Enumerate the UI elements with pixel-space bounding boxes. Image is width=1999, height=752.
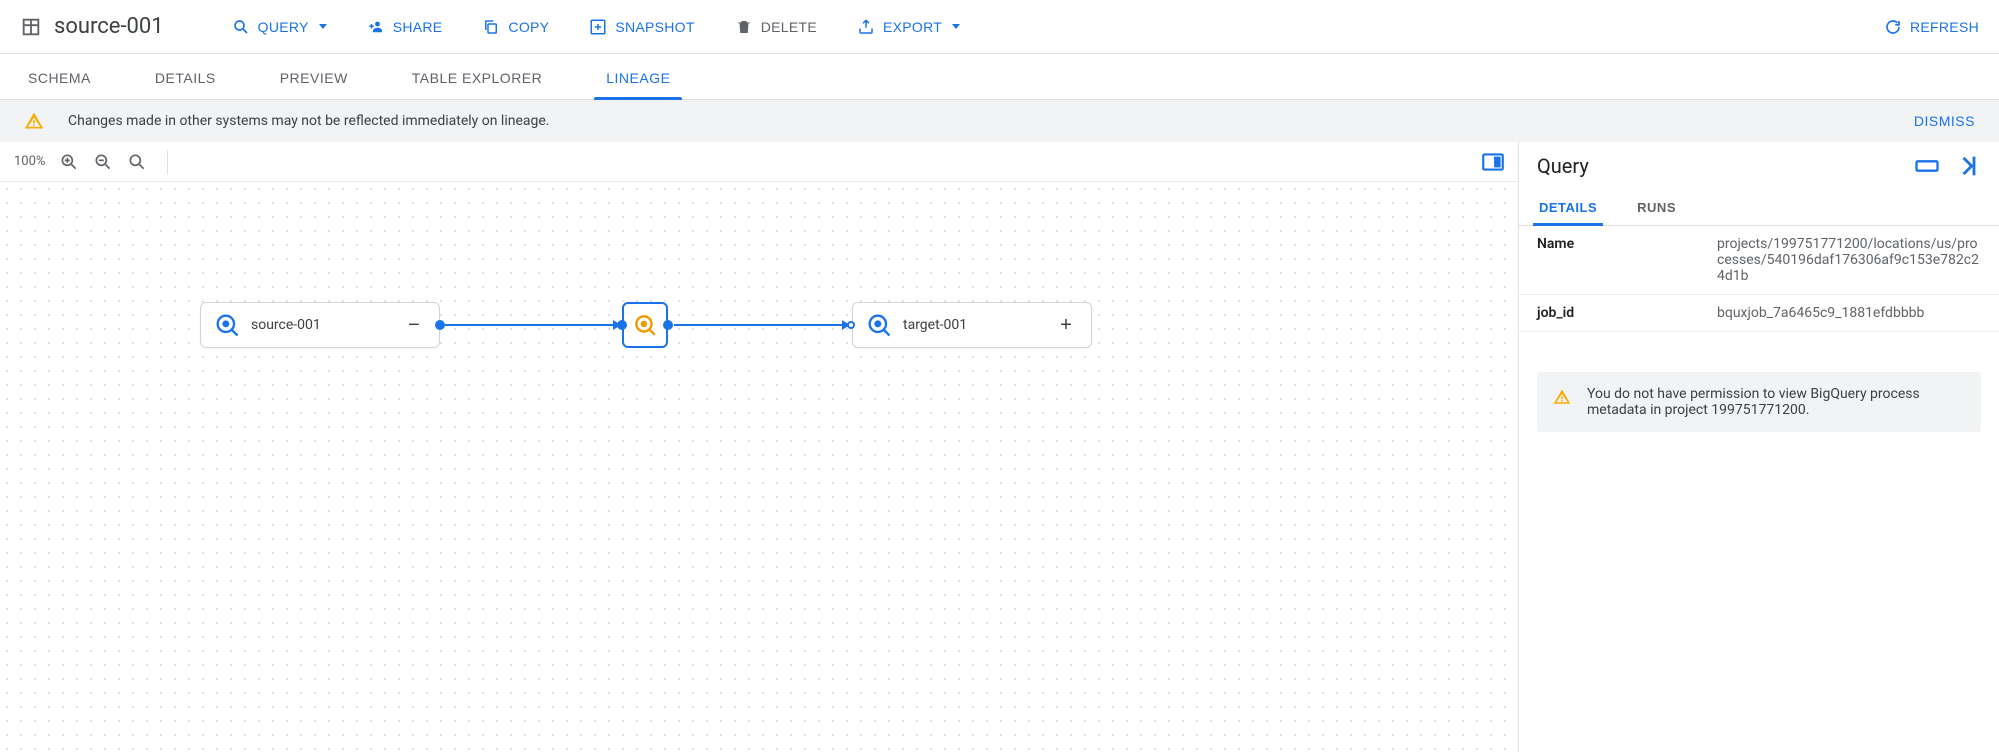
- zoom-reset-button[interactable]: [127, 152, 147, 172]
- details-value: bquxjob_7a6465c9_1881efdbbbb: [1699, 295, 1999, 332]
- side-panel-title: Query: [1537, 154, 1589, 178]
- table-icon: [20, 16, 42, 38]
- source-node-label: source-001: [251, 317, 321, 333]
- refresh-icon: [1884, 18, 1902, 36]
- refresh-label: REFRESH: [1910, 19, 1979, 35]
- copy-icon: [482, 18, 500, 36]
- permission-warning-text: You do not have permission to view BigQu…: [1587, 386, 1965, 418]
- delete-button[interactable]: DELETE: [735, 18, 817, 36]
- dismiss-button[interactable]: DISMISS: [1914, 113, 1975, 129]
- input-port[interactable]: [847, 321, 855, 329]
- lineage-edge: [674, 324, 844, 326]
- toolbar-actions: QUERY SHARE COPY SNAPSHOT DELETE EXPORT: [232, 18, 960, 36]
- output-port[interactable]: [663, 320, 673, 330]
- warning-icon: [24, 111, 44, 131]
- bigquery-table-icon: [865, 311, 893, 339]
- lineage-warning-banner: Changes made in other systems may not be…: [0, 100, 1999, 142]
- details-side-panel: Query DETAILS RUNS Name projects/1997517…: [1519, 142, 1999, 752]
- lineage-edge: [445, 324, 615, 326]
- lineage-canvas-pane: 100% source-001 −: [0, 142, 1519, 752]
- table-identity: source-001: [20, 14, 164, 39]
- snapshot-icon: [589, 18, 607, 36]
- divider: [167, 150, 168, 174]
- export-icon: [857, 18, 875, 36]
- copy-button[interactable]: COPY: [482, 18, 549, 36]
- bigquery-table-icon: [213, 311, 241, 339]
- details-row-name: Name projects/199751771200/locations/us/…: [1519, 226, 1999, 295]
- snapshot-label: SNAPSHOT: [615, 19, 694, 35]
- snapshot-button[interactable]: SNAPSHOT: [589, 18, 694, 36]
- zoom-out-button[interactable]: [93, 152, 113, 172]
- trash-icon: [735, 18, 753, 36]
- input-port[interactable]: [617, 320, 627, 330]
- tab-table-explorer[interactable]: TABLE EXPLORER: [408, 57, 546, 99]
- copy-label: COPY: [508, 19, 549, 35]
- top-toolbar: source-001 QUERY SHARE COPY SNAPSHOT DEL…: [0, 0, 1999, 54]
- chevron-down-icon: [319, 24, 327, 29]
- collapse-button[interactable]: −: [401, 312, 427, 338]
- export-label: EXPORT: [883, 19, 942, 35]
- target-node-label: target-001: [903, 317, 967, 333]
- details-table: Name projects/199751771200/locations/us/…: [1519, 226, 1999, 332]
- permission-warning: You do not have permission to view BigQu…: [1537, 372, 1981, 432]
- details-value: projects/199751771200/locations/us/proce…: [1699, 226, 1999, 295]
- details-key: job_id: [1519, 295, 1699, 332]
- side-tab-runs[interactable]: RUNS: [1635, 190, 1678, 225]
- side-panel-tabs: DETAILS RUNS: [1519, 190, 1999, 226]
- zoom-toolbar: 100%: [0, 142, 1518, 182]
- lineage-canvas[interactable]: source-001 −: [0, 182, 1518, 752]
- side-panel-header: Query: [1519, 142, 1999, 190]
- warning-icon: [1553, 388, 1571, 406]
- search-icon: [232, 18, 250, 36]
- delete-label: DELETE: [761, 19, 817, 35]
- tab-preview[interactable]: PREVIEW: [276, 57, 352, 99]
- details-key: Name: [1519, 226, 1699, 295]
- main-tabs: SCHEMA DETAILS PREVIEW TABLE EXPLORER LI…: [0, 54, 1999, 100]
- share-button[interactable]: SHARE: [367, 18, 443, 36]
- tab-schema[interactable]: SCHEMA: [24, 57, 95, 99]
- person-add-icon: [367, 18, 385, 36]
- lineage-source-node[interactable]: source-001 −: [200, 302, 440, 348]
- query-button[interactable]: QUERY: [232, 18, 327, 36]
- refresh-button[interactable]: REFRESH: [1884, 18, 1979, 36]
- query-label: QUERY: [258, 19, 309, 35]
- tab-lineage[interactable]: LINEAGE: [602, 57, 674, 99]
- panel-toggle-button[interactable]: [1480, 150, 1506, 174]
- zoom-level: 100%: [14, 154, 45, 169]
- tab-details[interactable]: DETAILS: [151, 57, 220, 99]
- lineage-target-node[interactable]: target-001 +: [852, 302, 1092, 348]
- collapse-panel-button[interactable]: [1953, 152, 1981, 180]
- main-area: 100% source-001 −: [0, 142, 1999, 752]
- export-button[interactable]: EXPORT: [857, 18, 960, 36]
- output-port[interactable]: [435, 320, 445, 330]
- layout-icon-button[interactable]: [1913, 152, 1941, 180]
- details-row-jobid: job_id bquxjob_7a6465c9_1881efdbbbb: [1519, 295, 1999, 332]
- banner-message: Changes made in other systems may not be…: [68, 113, 550, 129]
- chevron-down-icon: [952, 24, 960, 29]
- table-title: source-001: [54, 14, 164, 39]
- lineage-process-node[interactable]: [622, 302, 668, 348]
- expand-button[interactable]: +: [1053, 312, 1079, 338]
- side-tab-details[interactable]: DETAILS: [1537, 190, 1599, 225]
- zoom-in-button[interactable]: [59, 152, 79, 172]
- share-label: SHARE: [393, 19, 443, 35]
